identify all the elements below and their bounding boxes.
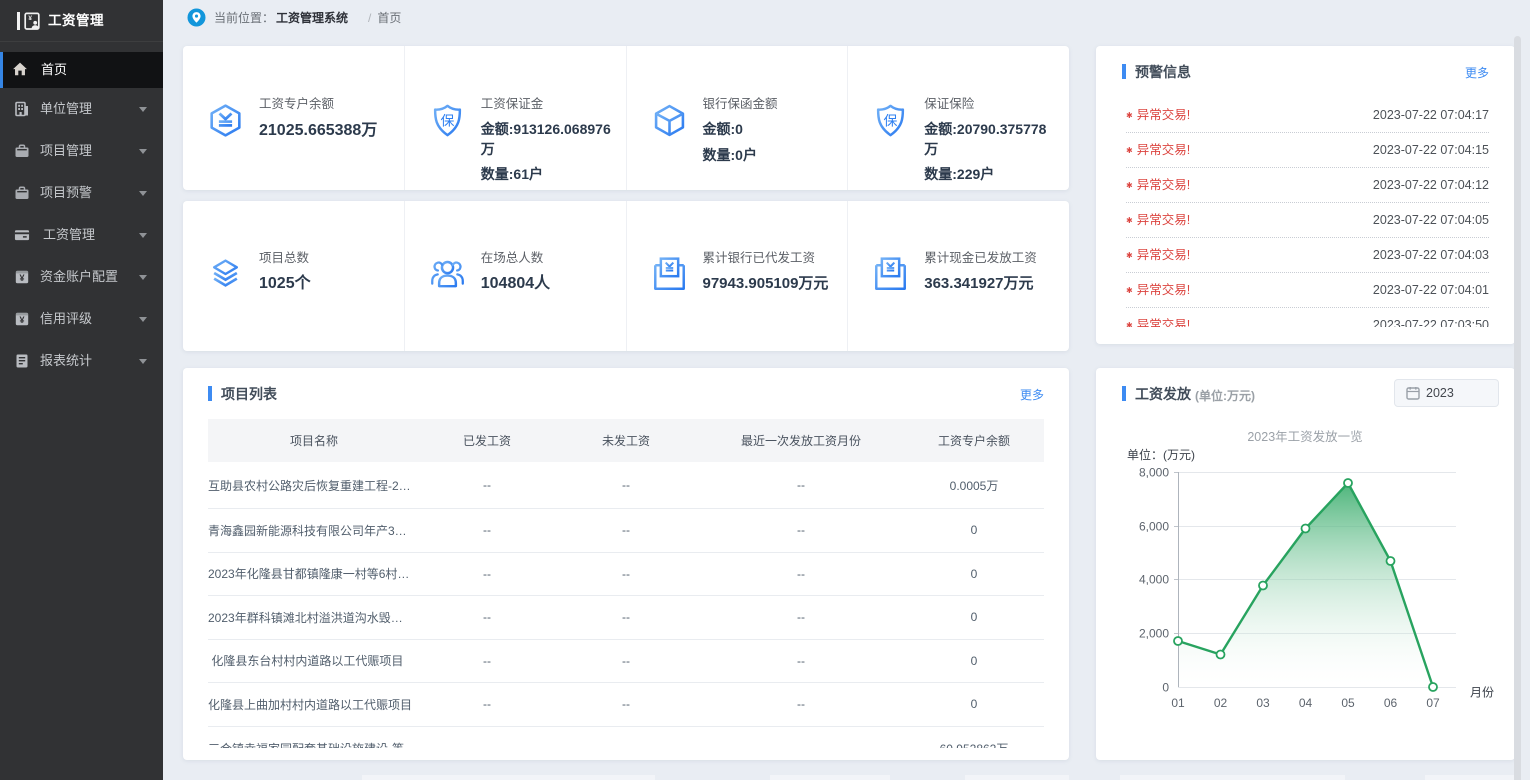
svg-text:2023年工资发放一览: 2023年工资发放一览 bbox=[1247, 429, 1362, 444]
svg-text:02: 02 bbox=[1214, 696, 1228, 710]
svg-text:04: 04 bbox=[1299, 696, 1313, 710]
svg-text:单位：(万元): 单位：(万元) bbox=[1127, 447, 1195, 462]
svg-text:¥: ¥ bbox=[19, 273, 24, 283]
svg-text:8,000: 8,000 bbox=[1139, 466, 1169, 480]
svg-text:月份: 月份 bbox=[1470, 686, 1494, 700]
svg-text:2,000: 2,000 bbox=[1139, 627, 1169, 641]
svg-text:07: 07 bbox=[1426, 696, 1440, 710]
svg-text:保: 保 bbox=[440, 112, 454, 128]
svg-text:06: 06 bbox=[1384, 696, 1398, 710]
svg-text:6,000: 6,000 bbox=[1139, 520, 1169, 534]
svg-text:¥: ¥ bbox=[28, 15, 32, 22]
svg-text:¥: ¥ bbox=[19, 315, 24, 325]
svg-text:05: 05 bbox=[1341, 696, 1355, 710]
svg-text:03: 03 bbox=[1256, 696, 1270, 710]
svg-text:0: 0 bbox=[1162, 681, 1169, 695]
svg-text:4,000: 4,000 bbox=[1139, 573, 1169, 587]
svg-text:01: 01 bbox=[1171, 696, 1185, 710]
svg-text:保: 保 bbox=[884, 112, 898, 128]
